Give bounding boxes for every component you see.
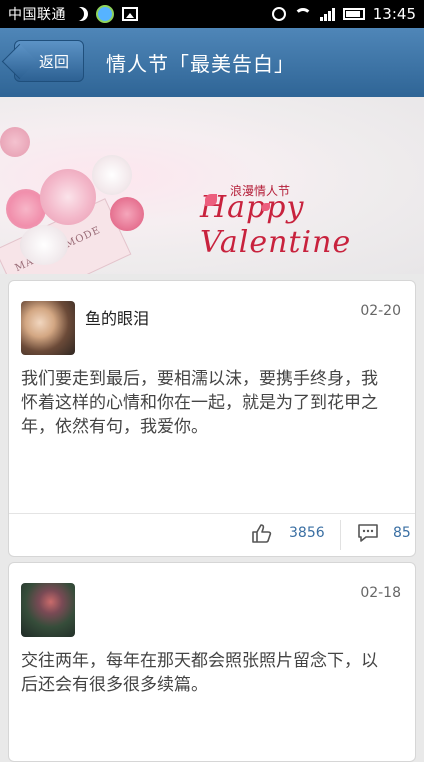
- status-time: 13:45: [372, 5, 416, 23]
- title-bar: 返回 情人节「最美告白」: [0, 28, 424, 98]
- like-count: 3856: [289, 525, 325, 541]
- status-bar: 中国联通 13:45: [0, 0, 424, 28]
- post-card[interactable]: 02-18 交往两年，每年在那天都会照张照片留念下，以后还会有很多很多续篇。: [8, 562, 416, 762]
- rose-image: [0, 127, 30, 157]
- petal-decoration: [262, 203, 270, 211]
- back-button-label: 返回: [38, 52, 69, 71]
- comment-count: 85: [393, 525, 411, 541]
- image-icon: [122, 7, 138, 21]
- thumbs-up-icon: [251, 522, 273, 544]
- rose-image: [110, 197, 144, 231]
- rose-image: [40, 169, 96, 225]
- banner-big-text: Happy Valentine: [200, 190, 352, 260]
- battery-icon: [342, 8, 365, 20]
- valentine-banner: MAISON MODE 浪漫情人节 Happy Valentine: [0, 97, 424, 274]
- post-text: 交往两年，每年在那天都会照张照片留念下，以后还会有很多很多续篇。: [21, 651, 378, 695]
- do-not-disturb-icon: [74, 7, 88, 21]
- back-button[interactable]: 返回: [14, 40, 84, 82]
- comment-button[interactable]: 85: [357, 522, 411, 544]
- post-date: 02-20: [360, 303, 401, 319]
- carrier-name: 中国联通: [8, 7, 66, 23]
- signal-icon: [319, 7, 335, 21]
- like-button[interactable]: 3856: [251, 522, 325, 544]
- petal-decoration: [205, 194, 217, 206]
- post-username[interactable]: 鱼的眼泪: [85, 305, 149, 329]
- avatar[interactable]: [21, 301, 75, 355]
- post-text: 我们要走到最后，要相濡以沫，要携手终身，我怀着这样的心情和你在一起，就是为了到花…: [21, 369, 378, 437]
- post-actions: 3856 85: [9, 513, 415, 556]
- post-date: 02-18: [360, 585, 401, 601]
- avatar[interactable]: [21, 583, 75, 637]
- post-card[interactable]: 鱼的眼泪 02-20 我们要走到最后，要相濡以沫，要携手终身，我怀着这样的心情和…: [8, 280, 416, 557]
- chat-app-icon: [96, 5, 114, 23]
- wifi-icon: [293, 8, 312, 20]
- footer-divider: [340, 520, 341, 550]
- rose-image: [92, 155, 132, 195]
- page-title: 情人节「最美告白」: [106, 52, 295, 76]
- comment-icon: [357, 522, 379, 544]
- rose-image: [20, 225, 68, 265]
- happy-valentine-text: 浪漫情人节 Happy Valentine: [200, 182, 420, 260]
- alarm-icon: [271, 7, 286, 21]
